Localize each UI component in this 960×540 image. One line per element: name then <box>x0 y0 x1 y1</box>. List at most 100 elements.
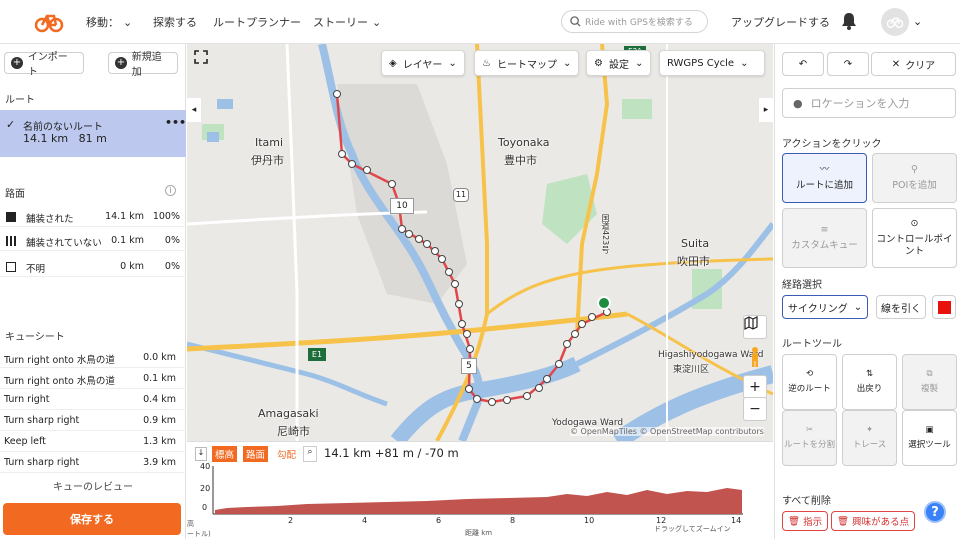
split-route-label: ルートを分割 <box>783 440 835 450</box>
route-waypoint[interactable] <box>488 398 496 406</box>
cue-row[interactable]: Turn sharp right 3.9 km <box>0 452 186 473</box>
route-waypoint[interactable] <box>451 280 459 288</box>
add-poi-button[interactable]: ⚲ POIを追加 <box>872 153 957 203</box>
route-waypoint[interactable] <box>388 180 396 188</box>
map-layers-icon[interactable] <box>743 315 767 339</box>
route-waypoint[interactable] <box>348 160 356 168</box>
route-waypoint[interactable] <box>458 320 466 328</box>
routing-mode-select[interactable]: サイクリング ⌄ <box>782 295 868 319</box>
surface-label: 舗装されていない <box>26 238 102 249</box>
draw-line-button[interactable]: 線を引く <box>876 295 926 319</box>
route-waypoint[interactable] <box>523 392 531 400</box>
cue-row[interactable]: Turn sharp right 0.9 km <box>0 410 186 431</box>
layers-button[interactable]: ◈ レイヤー ⌄ <box>381 50 465 76</box>
undo-button[interactable]: ↶ <box>782 52 824 76</box>
nav-explore-label: 探索する <box>153 16 197 29</box>
flame-icon: ♨ <box>482 57 491 69</box>
route-waypoint[interactable] <box>463 330 471 338</box>
route-waypoint[interactable] <box>431 247 439 255</box>
route-waypoint[interactable] <box>445 268 453 276</box>
nav-explore[interactable]: 探索する <box>153 14 197 30</box>
zoom-out-button[interactable]: − <box>743 397 767 421</box>
route-color-button[interactable] <box>932 295 956 319</box>
road-shield-e1: E1 <box>308 348 326 361</box>
redo-button[interactable]: ↷ <box>827 52 869 76</box>
route-waypoint[interactable] <box>473 395 481 403</box>
search-input[interactable]: Ride with GPSを検索する <box>561 10 708 33</box>
route-waypoint[interactable] <box>465 385 473 393</box>
cue-text: Keep left <box>4 436 46 447</box>
route-waypoint[interactable] <box>415 235 423 243</box>
nav-move[interactable]: 移動： ⌄ <box>86 14 132 30</box>
settings-button[interactable]: ⚙ 設定 ⌄ <box>586 50 652 76</box>
route-waypoint[interactable] <box>405 230 413 238</box>
collapse-left-icon[interactable]: ◂ <box>187 98 201 122</box>
route-waypoint[interactable] <box>563 340 571 348</box>
cue-review-link[interactable]: キューのレビュー <box>0 478 186 493</box>
map-canvas[interactable]: 10 5 Itami 伊丹市 Toyonaka 豊中市 Suita 吹田市 Am… <box>187 44 773 441</box>
start-marker[interactable] <box>597 296 611 310</box>
more-icon[interactable]: ••• <box>165 116 186 129</box>
cue-row[interactable]: Turn right onto 水鳥の道 0.0 km <box>0 347 186 368</box>
city-label-toyonaka: Toyonaka <box>498 136 550 149</box>
custom-cue-button[interactable]: ≡ カスタムキュー <box>782 208 867 268</box>
trace-button[interactable]: ✦ トレース <box>842 410 897 466</box>
x-tick: 10 <box>584 516 595 525</box>
out-and-back-button[interactable]: ⇅ 出戻り <box>842 354 897 410</box>
logo-icon[interactable] <box>34 10 64 34</box>
nav-route-planner[interactable]: ルートプランナー <box>213 14 301 30</box>
route-waypoint[interactable] <box>363 166 371 174</box>
control-point-icon: ⊙ <box>910 218 919 229</box>
collapse-right-icon[interactable]: ▸ <box>759 98 773 122</box>
reverse-route-button[interactable]: ⟲ 逆のルート <box>782 354 837 410</box>
delete-pois-label: 興味がある点 <box>852 517 910 528</box>
route-waypoint[interactable] <box>466 345 474 353</box>
delete-pois-button[interactable]: 🗑 興味がある点 <box>831 511 916 531</box>
bell-icon[interactable] <box>841 12 857 33</box>
route-waypoint[interactable] <box>571 330 579 338</box>
cue-row[interactable]: Turn right 0.4 km <box>0 389 186 410</box>
nav-stories[interactable]: ストーリー ⌄ <box>313 14 381 30</box>
save-button[interactable]: 保存する <box>3 503 181 535</box>
surface-row: 舗装されていない 0.1 km 0% <box>0 231 186 251</box>
add-to-route-button[interactable]: 〰ルートに追加 <box>782 153 867 203</box>
cue-row[interactable]: Turn right onto 水鳥の道 0.1 km <box>0 368 186 389</box>
new-route-button[interactable]: + 新規追加 <box>108 52 178 78</box>
fullscreen-icon[interactable] <box>194 50 218 74</box>
control-point-button[interactable]: ⊙ コントロールポイント <box>872 208 957 268</box>
x-tick: 14 <box>731 516 742 525</box>
surface-row: 舗装された 14.1 km 100% <box>0 207 186 227</box>
route-waypoint[interactable] <box>423 240 431 248</box>
cue-row[interactable]: Keep left 1.3 km <box>0 431 186 452</box>
upgrade-link[interactable]: アップグレードする <box>731 14 830 30</box>
clear-button[interactable]: ✕ クリア <box>871 52 956 76</box>
location-input[interactable]: ● ロケーションを入力 <box>782 88 956 118</box>
route-waypoint[interactable] <box>578 320 586 328</box>
control-point-label: コントロールポイント <box>876 234 953 257</box>
route-item[interactable]: ✓ 名前のないルート 14.1 km 81 m ••• <box>0 110 186 157</box>
chevron-down-icon: ⌄ <box>634 57 644 69</box>
split-route-button[interactable]: ✂ ルートを分割 <box>782 410 837 466</box>
import-button[interactable]: + インポート <box>4 52 84 78</box>
route-waypoint[interactable] <box>535 384 543 392</box>
route-waypoint[interactable] <box>503 396 511 404</box>
avatar[interactable] <box>881 8 909 36</box>
route-waypoint[interactable] <box>438 255 446 263</box>
duplicate-button[interactable]: ⧉ 複製 <box>902 354 957 410</box>
map-style-button[interactable]: RWGPS Cycle ⌄ <box>659 50 765 76</box>
route-waypoint[interactable] <box>333 90 341 98</box>
route-waypoint[interactable] <box>543 375 551 383</box>
chevron-down-icon[interactable]: ⌄ <box>913 15 922 28</box>
info-icon[interactable]: i <box>165 185 176 196</box>
select-tool-button[interactable]: ▣ 選択ツール <box>902 410 957 466</box>
route-waypoint[interactable] <box>338 150 346 158</box>
zoom-in-button[interactable]: + <box>743 375 767 399</box>
route-waypoint[interactable] <box>555 360 563 368</box>
pegman-icon[interactable] <box>749 347 761 367</box>
route-waypoint[interactable] <box>588 313 596 321</box>
redo-icon: ↷ <box>843 58 853 70</box>
help-icon[interactable]: ? <box>924 501 946 523</box>
delete-cues-button[interactable]: 🗑 指示 <box>782 511 829 531</box>
route-waypoint[interactable] <box>455 300 463 308</box>
heatmap-button[interactable]: ♨ ヒートマップ ⌄ <box>474 50 580 76</box>
